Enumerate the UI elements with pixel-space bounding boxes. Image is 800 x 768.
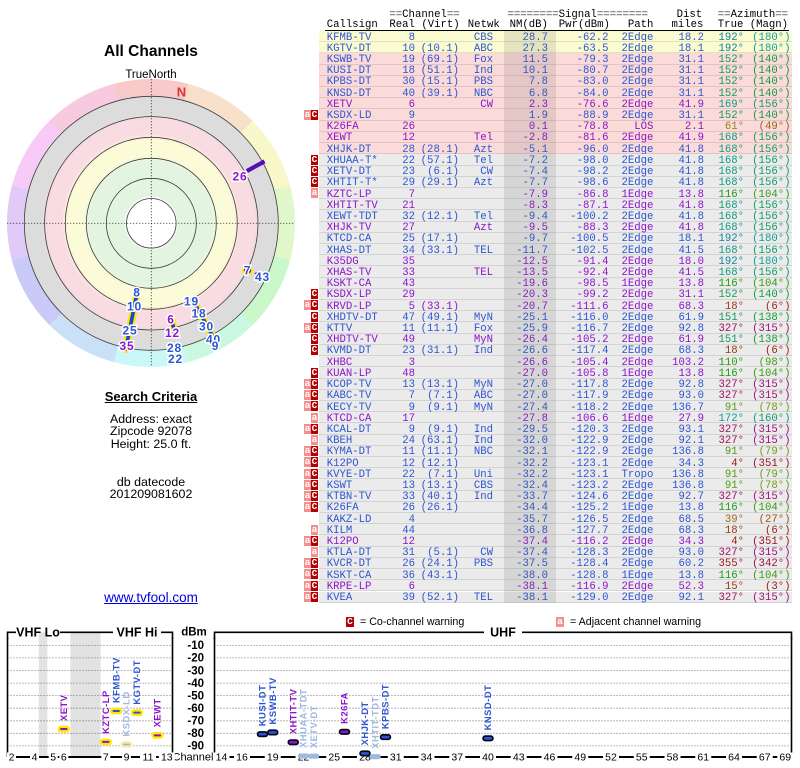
svg-text:37: 37 bbox=[451, 752, 463, 764]
svg-text:26: 26 bbox=[233, 170, 248, 184]
svg-text:XETV: XETV bbox=[58, 694, 69, 721]
svg-text:46: 46 bbox=[544, 752, 556, 764]
svg-text:Channel: Channel bbox=[173, 752, 214, 764]
svg-text:4: 4 bbox=[32, 752, 38, 764]
svg-text:25: 25 bbox=[328, 752, 340, 764]
svg-text:61: 61 bbox=[697, 752, 709, 764]
svg-text:N: N bbox=[177, 85, 186, 100]
svg-text:6: 6 bbox=[61, 752, 67, 764]
svg-text:67: 67 bbox=[759, 752, 771, 764]
svg-text:KPBS-DT: KPBS-DT bbox=[380, 684, 391, 729]
svg-text:VHF Lo: VHF Lo bbox=[16, 626, 60, 640]
svg-text:11: 11 bbox=[143, 752, 154, 764]
svg-text:-80: -80 bbox=[187, 728, 204, 740]
svg-text:43: 43 bbox=[255, 270, 270, 284]
svg-text:-50: -50 bbox=[187, 690, 204, 702]
svg-text:5: 5 bbox=[50, 752, 56, 764]
svg-text:31: 31 bbox=[390, 752, 402, 764]
svg-text:43: 43 bbox=[513, 752, 525, 764]
svg-text:9: 9 bbox=[212, 339, 219, 353]
svg-text:55: 55 bbox=[636, 752, 648, 764]
svg-text:8: 8 bbox=[133, 286, 140, 300]
svg-text:52: 52 bbox=[605, 752, 617, 764]
svg-text:34: 34 bbox=[421, 752, 433, 764]
svg-text:64: 64 bbox=[728, 752, 740, 764]
svg-text:K26FA: K26FA bbox=[339, 692, 350, 724]
svg-text:-30: -30 bbox=[187, 665, 204, 677]
svg-text:9: 9 bbox=[124, 752, 130, 764]
svg-text:-40: -40 bbox=[187, 678, 204, 690]
svg-text:-70: -70 bbox=[187, 716, 204, 728]
svg-text:12: 12 bbox=[165, 326, 180, 340]
svg-text:2: 2 bbox=[9, 752, 15, 764]
svg-text:25: 25 bbox=[123, 324, 138, 338]
svg-text:58: 58 bbox=[667, 752, 679, 764]
svg-text:30: 30 bbox=[199, 320, 214, 334]
svg-text:69: 69 bbox=[779, 752, 791, 764]
svg-text:18: 18 bbox=[192, 307, 207, 321]
svg-text:6: 6 bbox=[167, 313, 174, 327]
svg-text:7: 7 bbox=[103, 752, 109, 764]
svg-text:-60: -60 bbox=[187, 703, 204, 715]
svg-text:14: 14 bbox=[216, 752, 228, 764]
svg-text:dBm: dBm bbox=[181, 627, 207, 639]
svg-text:22: 22 bbox=[168, 352, 183, 366]
svg-text:13: 13 bbox=[161, 752, 173, 764]
svg-text:35: 35 bbox=[120, 339, 135, 353]
svg-text:19: 19 bbox=[267, 752, 279, 764]
svg-text:KSDX-LD: KSDX-LD bbox=[121, 691, 132, 736]
svg-text:10: 10 bbox=[127, 300, 142, 314]
svg-text:UHF: UHF bbox=[490, 626, 516, 640]
svg-text:KNSD-DT: KNSD-DT bbox=[482, 685, 493, 731]
svg-text:16: 16 bbox=[236, 752, 248, 764]
svg-text:KGTV-DT: KGTV-DT bbox=[131, 660, 142, 705]
svg-text:KZTC-LP: KZTC-LP bbox=[100, 690, 111, 734]
svg-text:40: 40 bbox=[482, 752, 494, 764]
svg-text:7: 7 bbox=[244, 264, 251, 278]
svg-text:49: 49 bbox=[574, 752, 586, 764]
svg-text:-10: -10 bbox=[187, 640, 204, 652]
svg-text:-20: -20 bbox=[187, 653, 204, 665]
svg-text:KSWB-TV: KSWB-TV bbox=[267, 677, 278, 724]
svg-text:VHF Hi: VHF Hi bbox=[117, 626, 158, 640]
svg-text:XETV-DT: XETV-DT bbox=[308, 705, 319, 748]
svg-text:XEWT: XEWT bbox=[152, 698, 163, 727]
